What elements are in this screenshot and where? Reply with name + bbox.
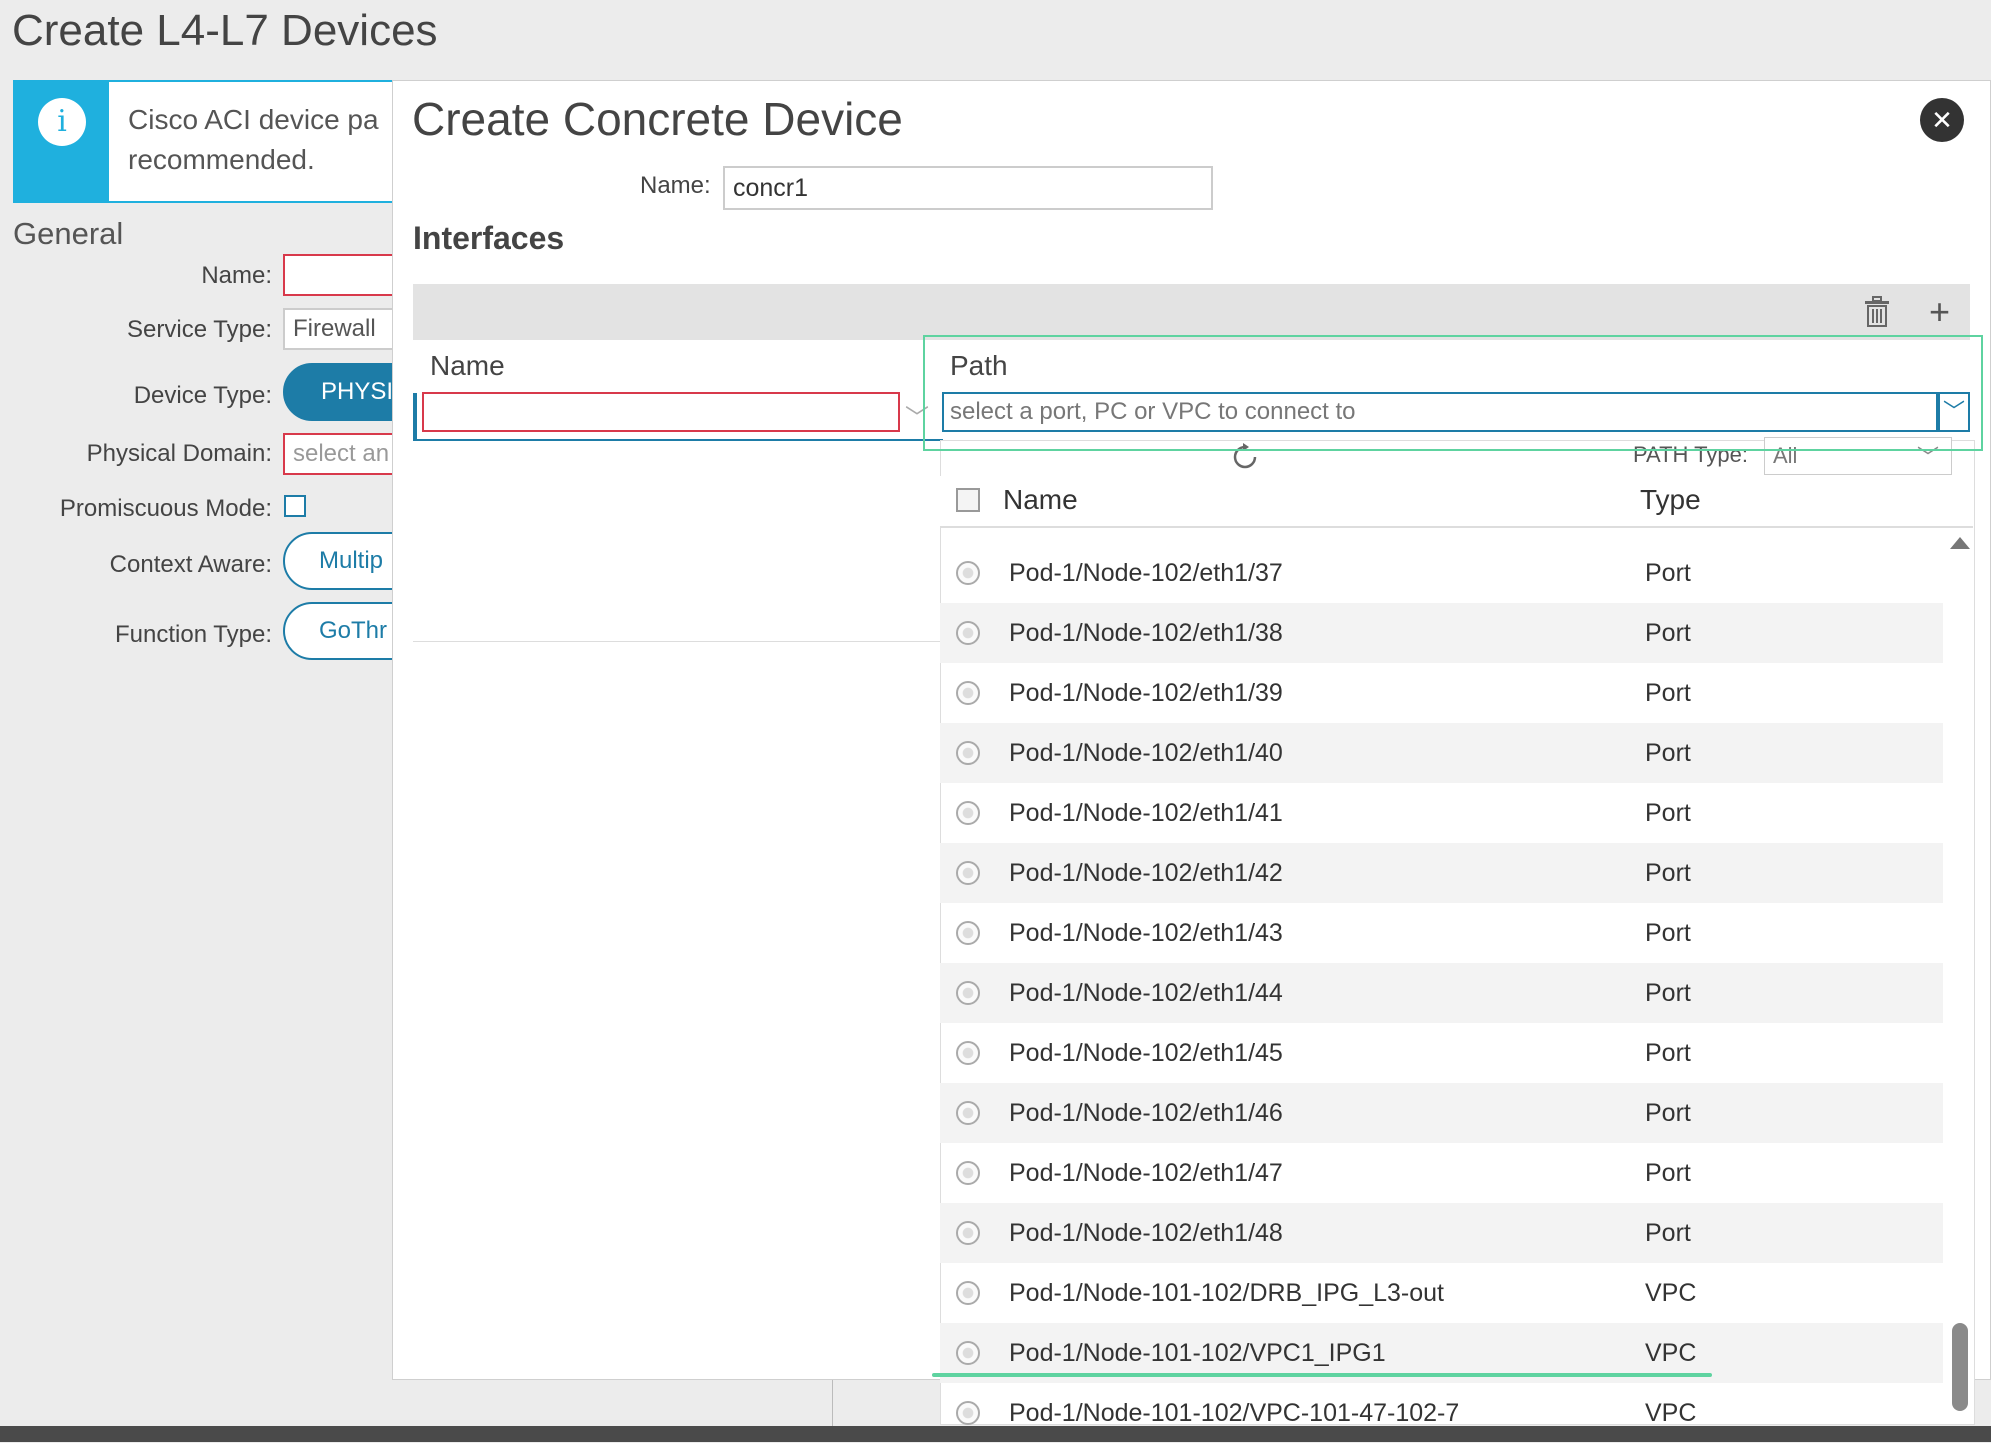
list-item-name: Pod-1/Node-102/eth1/45 (1009, 1039, 1283, 1067)
plus-icon[interactable]: + (1929, 294, 1950, 330)
info-icon: i (38, 98, 86, 146)
list-item-name: Pod-1/Node-102/eth1/37 (1009, 559, 1283, 587)
radio-button[interactable] (956, 981, 980, 1005)
trash-icon[interactable] (1862, 296, 1892, 328)
promiscuous-label: Promiscuous Mode: (59, 495, 272, 522)
list-item-type: Port (1645, 919, 1691, 947)
radio-button[interactable] (956, 921, 980, 945)
list-item[interactable]: Pod-1/Node-102/eth1/39 Port (940, 663, 1943, 723)
name-label: Name: (201, 262, 272, 289)
list-item-name: Pod-1/Node-101-102/DRB_IPG_L3-out (1009, 1279, 1444, 1307)
info-text: Cisco ACI device pa recommended. (128, 104, 379, 175)
list-item-name: Pod-1/Node-101-102/VPC1_IPG1 (1009, 1339, 1386, 1367)
list-item-name: Pod-1/Node-102/eth1/41 (1009, 799, 1283, 827)
list-item[interactable]: Pod-1/Node-102/eth1/43 Port (940, 903, 1943, 963)
physical-domain-label: Physical Domain: (86, 440, 272, 467)
device-name-input[interactable] (283, 254, 403, 296)
table-divider (413, 641, 943, 642)
list-item-type: Port (1645, 739, 1691, 767)
radio-button[interactable] (956, 1041, 980, 1065)
radio-button[interactable] (956, 1161, 980, 1185)
concrete-name-input[interactable]: concr1 (723, 166, 1213, 210)
path-list: Pod-1/Node-102/eth1/37 Port Pod-1/Node-102… (940, 543, 1943, 1443)
list-item[interactable]: Pod-1/Node-102/eth1/40 Port (940, 723, 1943, 783)
interfaces-col-name: Name (430, 350, 505, 381)
list-item-name: Pod-1/Node-102/eth1/38 (1009, 619, 1283, 647)
radio-button[interactable] (956, 621, 980, 645)
list-item[interactable]: Pod-1/Node-102/eth1/41 Port (940, 783, 1943, 843)
list-item[interactable]: Pod-1/Node-102/eth1/44 Port (940, 963, 1943, 1023)
radio-button[interactable] (956, 861, 980, 885)
interfaces-toolbar (413, 284, 1970, 340)
list-item-type: Port (1645, 559, 1691, 587)
list-item-name: Pod-1/Node-102/eth1/40 (1009, 739, 1283, 767)
list-item[interactable]: Pod-1/Node-102/eth1/37 Port (940, 543, 1943, 603)
radio-button[interactable] (956, 1401, 980, 1425)
page-title: Create L4-L7 Devices (12, 6, 438, 55)
list-item-type: Port (1645, 679, 1691, 707)
list-item-type: VPC (1645, 1399, 1697, 1427)
row-selection-bar (413, 393, 417, 441)
list-item-type: Port (1645, 1039, 1691, 1067)
list-item-name: Pod-1/Node-102/eth1/44 (1009, 979, 1283, 1007)
bottom-divider (832, 1380, 833, 1426)
list-item[interactable]: Pod-1/Node-102/eth1/46 Port (940, 1083, 1943, 1143)
list-item-type: VPC (1645, 1339, 1697, 1367)
promiscuous-checkbox[interactable] (284, 495, 306, 517)
context-aware-label: Context Aware: (109, 551, 272, 578)
section-general: General (13, 216, 124, 251)
list-item-name: Pod-1/Node-102/eth1/46 (1009, 1099, 1283, 1127)
list-item-type: Port (1645, 799, 1691, 827)
service-type-label: Service Type: (127, 316, 272, 343)
radio-button[interactable] (956, 741, 980, 765)
dropdown-col-type: Type (1640, 484, 1701, 515)
radio-button[interactable] (956, 681, 980, 705)
interface-name-input[interactable] (422, 392, 900, 432)
list-item-name: Pod-1/Node-102/eth1/48 (1009, 1219, 1283, 1247)
interfaces-heading: Interfaces (413, 220, 565, 256)
list-item[interactable]: Pod-1/Node-102/eth1/48 Port (940, 1203, 1943, 1263)
list-item-name: Pod-1/Node-102/eth1/39 (1009, 679, 1283, 707)
list-item-type: Port (1645, 619, 1691, 647)
scroll-up-icon[interactable] (1950, 537, 1970, 549)
list-item-type: Port (1645, 1099, 1691, 1127)
list-item-name: Pod-1/Node-102/eth1/43 (1009, 919, 1283, 947)
scrollbar-thumb[interactable] (1952, 1323, 1968, 1411)
list-item-name: Pod-1/Node-102/eth1/42 (1009, 859, 1283, 887)
list-item-name: Pod-1/Node-102/eth1/47 (1009, 1159, 1283, 1187)
row-divider (413, 439, 943, 441)
radio-button[interactable] (956, 1101, 980, 1125)
highlight-underline (932, 1373, 1712, 1377)
concrete-name-label: Name: (640, 172, 711, 199)
list-item[interactable]: Pod-1/Node-102/eth1/42 Port (940, 843, 1943, 903)
service-type-select[interactable]: Firewall (283, 308, 403, 350)
dialog-title: Create Concrete Device (412, 93, 903, 145)
physical-domain-select[interactable]: select an (283, 433, 403, 475)
list-item[interactable]: Pod-1/Node-102/eth1/38 Port (940, 603, 1943, 663)
radio-button[interactable] (956, 1341, 980, 1365)
radio-button[interactable] (956, 1221, 980, 1245)
dropdown-header (940, 476, 1973, 528)
list-item-name: Pod-1/Node-101-102/VPC-101-47-102-7 (1009, 1399, 1460, 1427)
list-item-type: VPC (1645, 1279, 1697, 1307)
radio-button[interactable] (956, 801, 980, 825)
list-item-type: Port (1645, 979, 1691, 1007)
list-item-type: Port (1645, 1219, 1691, 1247)
radio-button[interactable] (956, 1281, 980, 1305)
list-item-type: Port (1645, 1159, 1691, 1187)
dropdown-col-name: Name (1003, 484, 1078, 515)
select-all-checkbox[interactable] (956, 488, 980, 512)
highlight-box (923, 335, 1983, 451)
function-type-label: Function Type: (115, 621, 272, 648)
radio-button[interactable] (956, 561, 980, 585)
bottom-bar (0, 1426, 1991, 1442)
list-item[interactable]: Pod-1/Node-102/eth1/45 Port (940, 1023, 1943, 1083)
list-item[interactable]: Pod-1/Node-102/eth1/47 Port (940, 1143, 1943, 1203)
close-icon[interactable]: ✕ (1920, 98, 1964, 142)
device-type-label: Device Type: (133, 382, 272, 409)
list-item[interactable]: Pod-1/Node-101-102/DRB_IPG_L3-out VPC (940, 1263, 1943, 1323)
list-item-type: Port (1645, 859, 1691, 887)
